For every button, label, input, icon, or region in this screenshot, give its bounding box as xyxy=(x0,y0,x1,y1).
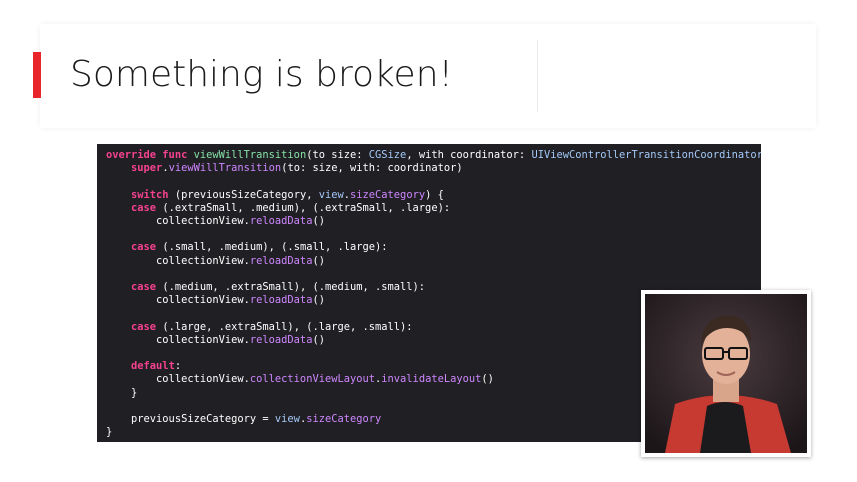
code-token: collectionViewLayout xyxy=(249,373,376,386)
code-token: () xyxy=(481,373,494,386)
code-token: collectionView. xyxy=(106,215,250,228)
code-token: reloadData xyxy=(249,294,313,307)
code-token: reloadData xyxy=(249,333,313,346)
code-token: view xyxy=(274,413,300,426)
code-token: super xyxy=(131,162,163,175)
code-token: (previousSizeCategory, xyxy=(168,188,319,201)
code-token: default xyxy=(131,360,175,373)
code-line: collectionView.reloadData() xyxy=(106,255,761,268)
code-token: collectionView. xyxy=(106,254,250,267)
code-token: () xyxy=(312,215,325,228)
code-line: collectionView.reloadData() xyxy=(106,215,761,228)
code-token: viewWillTransition xyxy=(193,149,307,161)
code-token: } xyxy=(106,386,138,399)
code-token: viewWillTransition xyxy=(168,162,282,175)
code-token: ) { xyxy=(425,188,444,201)
code-token: collectionView. xyxy=(106,294,250,307)
code-token: UIViewControllerTransitionCoordinator xyxy=(531,149,761,161)
code-token: reloadData xyxy=(249,254,313,267)
presenter-video xyxy=(645,294,807,453)
code-token: (.small, .medium), (.small, .large): xyxy=(156,241,388,254)
code-token: view xyxy=(318,188,344,201)
code-token: () xyxy=(312,294,325,307)
code-token: invalidateLayout xyxy=(381,373,482,386)
code-token: (.large, .extraSmall), (.large, .small): xyxy=(156,320,413,333)
code-token: case xyxy=(131,241,157,254)
code-token: reloadData xyxy=(249,215,313,228)
code-line: super.viewWillTransition(to: size, with:… xyxy=(106,162,761,175)
code-token: collectionView. xyxy=(106,333,250,346)
code-token: collectionView. xyxy=(106,373,250,386)
code-token: sizeCategory xyxy=(306,413,382,426)
code-line: override func viewWillTransition(to size… xyxy=(106,149,761,162)
code-token: case xyxy=(131,281,157,294)
slide-title: Something is broken! xyxy=(70,54,453,95)
code-token: override func xyxy=(106,149,194,161)
code-token: : xyxy=(174,360,182,373)
code-token: sizeCategory xyxy=(350,188,426,201)
presenter-video-frame xyxy=(641,290,811,457)
code-token: (.extraSmall, .medium), (.extraSmall, .l… xyxy=(156,201,451,214)
code-token: switch xyxy=(131,188,169,201)
code-token: (to size: xyxy=(306,149,369,161)
code-line: case (.small, .medium), (.small, .large)… xyxy=(106,241,761,254)
header-divider xyxy=(537,40,538,112)
code-token: case xyxy=(131,320,157,333)
code-token: (to: size, with: coordinator) xyxy=(281,162,463,175)
presenter-icon xyxy=(645,294,807,453)
code-token: , with coordinator: xyxy=(406,149,532,161)
code-token: previousSizeCategory = xyxy=(106,413,275,426)
code-token: CGSize xyxy=(368,149,407,161)
code-token: () xyxy=(312,333,325,346)
code-line: case (.extraSmall, .medium), (.extraSmal… xyxy=(106,202,761,215)
code-line: switch (previousSizeCategory, view.sizeC… xyxy=(106,189,761,202)
code-token: (.medium, .extraSmall), (.medium, .small… xyxy=(156,281,426,294)
title-accent-bar xyxy=(33,52,41,98)
code-token: () xyxy=(312,254,325,267)
code-token: } xyxy=(106,426,113,439)
code-token: case xyxy=(131,201,157,214)
